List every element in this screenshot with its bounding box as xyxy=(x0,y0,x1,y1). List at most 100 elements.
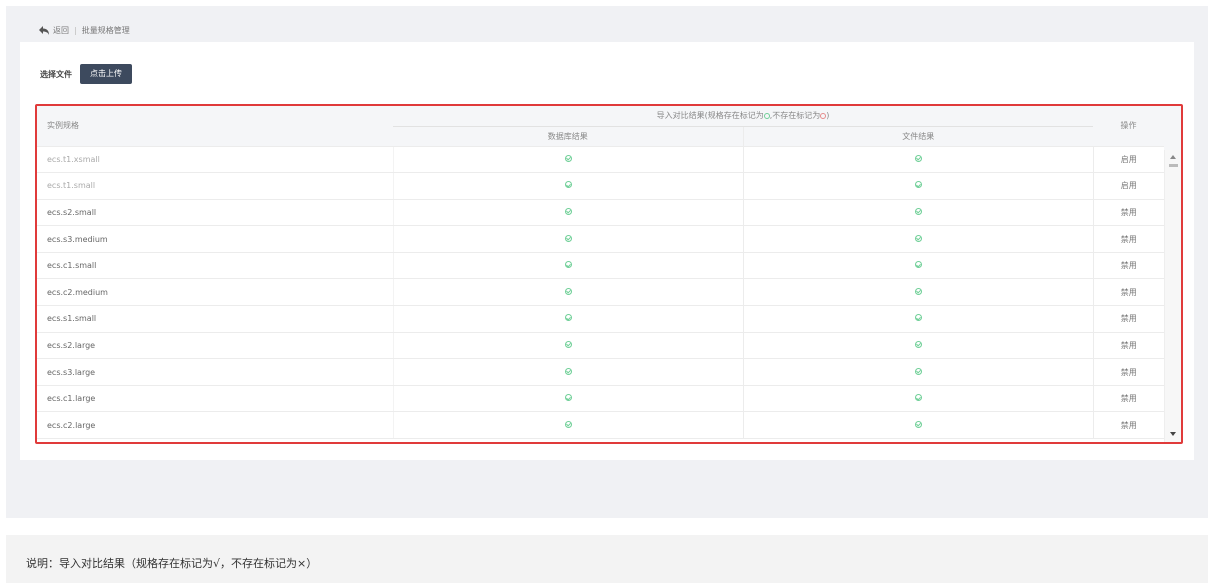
db-result-cell xyxy=(393,332,744,360)
file-result-cell xyxy=(743,225,1094,253)
content-panel: 选择文件 点击上传 实例规格 导入对比结果(规格存在标记为 ,不存在标记为) 操… xyxy=(20,42,1194,460)
check-circle-icon xyxy=(564,367,572,375)
check-circle-icon xyxy=(564,234,572,242)
table-row: ecs.s2.small 禁用 xyxy=(37,199,1165,227)
db-result-cell xyxy=(393,385,744,413)
action-cell: 启用 xyxy=(1093,172,1165,200)
action-cell: 禁用 xyxy=(1093,385,1165,413)
scroll-thumb[interactable] xyxy=(1169,164,1178,167)
db-result-cell xyxy=(393,252,744,280)
column-header-action: 操作 xyxy=(1093,106,1165,147)
file-result-cell xyxy=(743,146,1094,174)
spec-cell: ecs.c2.large xyxy=(37,411,394,440)
check-circle-icon xyxy=(564,394,572,402)
toggle-status-link[interactable]: 禁用 xyxy=(1121,208,1137,217)
table-row: ecs.s2.large 禁用 xyxy=(37,332,1165,360)
db-result-cell xyxy=(393,305,744,333)
table-row: ecs.c1.small 禁用 xyxy=(37,252,1165,280)
toggle-status-link[interactable]: 启用 xyxy=(1121,155,1137,164)
check-circle-icon xyxy=(914,420,922,428)
check-circle-icon xyxy=(564,261,572,269)
group-header-mid: ,不存在标记为 xyxy=(769,111,821,121)
column-header-db: 数据库结果 xyxy=(393,126,744,147)
file-result-cell xyxy=(743,252,1094,280)
table-row: ecs.t1.xsmall 启用 xyxy=(37,146,1165,174)
check-circle-icon xyxy=(914,287,922,295)
check-circle-icon xyxy=(564,340,572,348)
breadcrumb: 返回 | 批量规格管理 xyxy=(38,22,130,38)
spec-cell: ecs.c2.medium xyxy=(37,278,394,307)
breadcrumb-current: 批量规格管理 xyxy=(81,25,130,35)
file-result-cell xyxy=(743,332,1094,360)
file-result-cell xyxy=(743,305,1094,333)
toggle-status-link[interactable]: 禁用 xyxy=(1121,368,1137,377)
spec-cell: ecs.c1.large xyxy=(37,385,394,413)
toggle-status-link[interactable]: 禁用 xyxy=(1121,235,1137,244)
column-header-file: 文件结果 xyxy=(743,126,1094,147)
back-arrow-icon[interactable] xyxy=(38,24,50,36)
file-result-cell xyxy=(743,411,1094,440)
back-link[interactable]: 返回 xyxy=(53,25,69,36)
comparison-table: 实例规格 导入对比结果(规格存在标记为 ,不存在标记为) 操作 数据库结果 文件结… xyxy=(37,106,1165,440)
action-cell: 禁用 xyxy=(1093,252,1165,280)
toggle-status-link[interactable]: 启用 xyxy=(1121,181,1137,190)
spec-cell: ecs.s3.large xyxy=(37,358,394,386)
comparison-table-container: 实例规格 导入对比结果(规格存在标记为 ,不存在标记为) 操作 数据库结果 文件结… xyxy=(35,104,1183,444)
toggle-status-link[interactable]: 禁用 xyxy=(1121,421,1137,430)
column-header-spec: 实例规格 xyxy=(37,106,393,147)
table-row: ecs.t1.small 启用 xyxy=(37,172,1165,200)
spec-cell: ecs.t1.small xyxy=(37,172,394,200)
table-body: ecs.t1.xsmall 启用 ecs.t1.small 启用 ecs.s2.smal… xyxy=(37,146,1165,440)
page-frame: 返回 | 批量规格管理 选择文件 点击上传 实例规格 导入对比结果(规格存在标记… xyxy=(6,6,1208,518)
group-header-end: ) xyxy=(826,111,830,121)
upload-button[interactable]: 点击上传 xyxy=(80,64,132,84)
check-circle-icon xyxy=(564,287,572,295)
table-row: ecs.c2.large 禁用 xyxy=(37,411,1165,440)
db-result-cell xyxy=(393,411,744,440)
check-circle-icon xyxy=(914,314,922,322)
check-circle-icon xyxy=(914,207,922,215)
toggle-status-link[interactable]: 禁用 xyxy=(1121,394,1137,403)
file-result-cell xyxy=(743,385,1094,413)
db-result-cell xyxy=(393,225,744,253)
description-note: 说明：导入对比结果（规格存在标记为√，不存在标记为×） xyxy=(6,535,1208,583)
check-circle-icon xyxy=(914,234,922,242)
vertical-scrollbar[interactable] xyxy=(1164,150,1181,442)
db-result-cell xyxy=(393,278,744,307)
scroll-up-icon[interactable] xyxy=(1170,155,1176,159)
check-circle-icon xyxy=(564,154,572,162)
file-result-cell xyxy=(743,172,1094,200)
check-circle-icon xyxy=(564,314,572,322)
table-row: ecs.s3.medium 禁用 xyxy=(37,225,1165,253)
spec-cell: ecs.s3.medium xyxy=(37,225,394,253)
table-row: ecs.c2.medium 禁用 xyxy=(37,278,1165,307)
db-result-cell xyxy=(393,199,744,227)
toggle-status-link[interactable]: 禁用 xyxy=(1121,341,1137,350)
check-circle-icon xyxy=(564,420,572,428)
db-result-cell xyxy=(393,146,744,174)
action-cell: 禁用 xyxy=(1093,411,1165,440)
toggle-status-link[interactable]: 禁用 xyxy=(1121,261,1137,270)
group-header-text: 导入对比结果(规格存在标记为 xyxy=(656,111,764,121)
table-row: ecs.s3.large 禁用 xyxy=(37,358,1165,386)
action-cell: 禁用 xyxy=(1093,305,1165,333)
spec-cell: ecs.s2.small xyxy=(37,199,394,227)
toggle-status-link[interactable]: 禁用 xyxy=(1121,314,1137,323)
action-cell: 禁用 xyxy=(1093,358,1165,386)
action-cell: 禁用 xyxy=(1093,225,1165,253)
action-cell: 禁用 xyxy=(1093,332,1165,360)
action-cell: 禁用 xyxy=(1093,278,1165,307)
breadcrumb-separator: | xyxy=(74,25,77,35)
file-result-cell xyxy=(743,358,1094,386)
spec-cell: ecs.c1.small xyxy=(37,252,394,280)
scroll-down-icon[interactable] xyxy=(1170,432,1176,436)
check-circle-icon xyxy=(564,181,572,189)
action-cell: 禁用 xyxy=(1093,199,1165,227)
note-text: 说明：导入对比结果（规格存在标记为√，不存在标记为×） xyxy=(26,557,318,570)
spec-cell: ecs.t1.xsmall xyxy=(37,146,394,174)
table-row: ecs.c1.large 禁用 xyxy=(37,385,1165,413)
toggle-status-link[interactable]: 禁用 xyxy=(1121,288,1137,297)
spec-cell: ecs.s2.large xyxy=(37,332,394,360)
column-header-group: 导入对比结果(规格存在标记为 ,不存在标记为) xyxy=(393,106,1094,127)
check-circle-icon xyxy=(914,261,922,269)
